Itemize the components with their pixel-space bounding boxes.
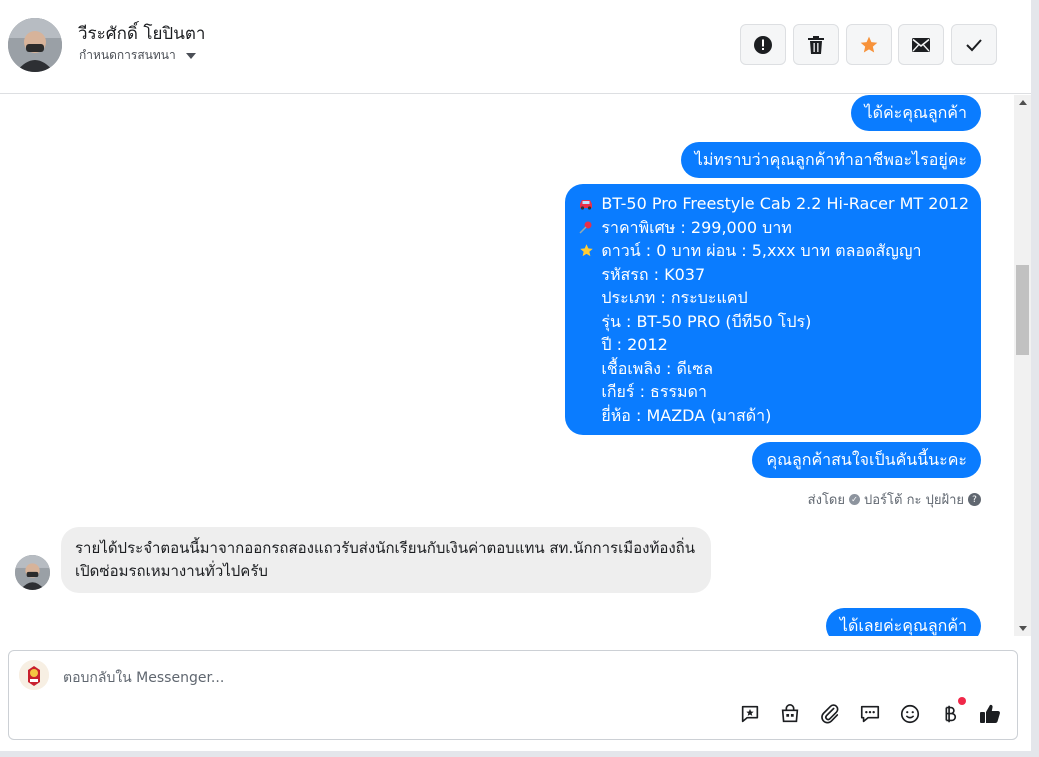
listing-detail-line: เชื้อเพลิง : ดีเซล [601, 358, 714, 378]
assign-conversation-dropdown[interactable]: กำหนดการสนทนา [79, 46, 196, 65]
emoji-icon[interactable] [897, 701, 923, 727]
scrollbar-thumb[interactable] [1016, 265, 1029, 355]
listing-detail-line: ปี : 2012 [601, 335, 668, 354]
car-listing-message: BT-50 Pro Freestyle Cab 2.2 Hi-Racer MT … [565, 184, 981, 435]
listing-detail-line: รหัสรถ : K037 [601, 264, 706, 284]
customer-avatar[interactable] [8, 18, 62, 72]
message-thread[interactable]: ได้ค่ะคุณลูกค้า ไม่ทราบว่าคุณลูกค้าทำอาช… [0, 95, 1013, 636]
listing-detail-line: เกียร์ : ธรรมดา [601, 382, 707, 401]
listing-title-line: BT-50 Pro Freestyle Cab 2.2 Hi-Racer MT … [577, 192, 969, 216]
listing-detail-line: ประเภท : กระบะแคป [601, 288, 748, 307]
page-avatar [19, 660, 49, 690]
listing-detail-line: รุ่น : BT-50 PRO (บีที50 โปร) [601, 311, 812, 331]
caret-down-icon [185, 52, 196, 59]
reply-composer[interactable]: ตอบกลับใน Messenger... [8, 650, 1018, 740]
saved-reply-icon[interactable] [737, 701, 763, 727]
customer-name: วีระศักดิ์ โยปินตา [78, 24, 206, 44]
car-emoji-icon [577, 198, 595, 210]
scroll-down-arrow-icon[interactable] [1019, 626, 1027, 631]
page-edge [1031, 0, 1039, 757]
outgoing-message: ได้เลยค่ะคุณลูกค้า [825, 608, 981, 636]
envelope-icon [912, 37, 930, 52]
shop-icon[interactable] [777, 701, 803, 727]
like-icon[interactable] [977, 701, 1003, 727]
star-button[interactable] [846, 24, 892, 65]
star-emoji-icon [577, 243, 595, 258]
mark-done-button[interactable] [951, 24, 997, 65]
reply-input[interactable]: ตอบกลับใน Messenger... [63, 667, 224, 689]
sent-by-label: ส่งโดย ✓ ปอร์โต้ กะ ปุยฝ้าย ? [808, 489, 981, 510]
inbox-conversation-panel: วีระศักดิ์ โยปินตา กำหนดการสนทนา ได้ค่ะค… [0, 0, 1031, 751]
page-verified-icon: ✓ [849, 494, 860, 505]
listing-detail-line: ยี่ห้อ : MAZDA (มาสด้า) [601, 405, 772, 425]
customer-avatar-small[interactable] [15, 555, 50, 590]
star-icon [860, 36, 878, 52]
outgoing-message: ได้ค่ะคุณลูกค้า [850, 95, 981, 131]
help-icon[interactable]: ? [968, 493, 981, 506]
scroll-up-arrow-icon[interactable] [1019, 100, 1027, 105]
page-edge [0, 751, 1039, 757]
chat-scrollbar[interactable] [1014, 95, 1031, 636]
alert-icon [754, 35, 772, 54]
trash-icon [808, 35, 824, 54]
listing-down-line: ดาวน์ : 0 บาท ผ่อน : 5,xxx บาท ตลอดสัญญา [577, 239, 969, 263]
mark-spam-button[interactable] [740, 24, 786, 65]
attach-icon[interactable] [817, 701, 843, 727]
incoming-message: รายได้ประจำตอนนี้มาจากออกรถสองแถวรับส่งน… [61, 527, 711, 593]
quick-reply-icon[interactable] [857, 701, 883, 727]
mark-unread-button[interactable] [898, 24, 944, 65]
conversation-header: วีระศักดิ์ โยปินตา กำหนดการสนทนา [0, 0, 1031, 94]
assign-label: กำหนดการสนทนา [79, 48, 176, 62]
delete-button[interactable] [793, 24, 839, 65]
listing-price-line: ราคาพิเศษ : 299,000 บาท [577, 216, 969, 240]
pushpin-emoji-icon [577, 220, 595, 234]
baht-payment-icon[interactable] [937, 697, 966, 727]
notification-dot [958, 697, 966, 705]
checkmark-icon [966, 38, 982, 51]
composer-toolbar [737, 697, 1003, 727]
outgoing-message: คุณลูกค้าสนใจเป็นคันนี้นะคะ [752, 442, 981, 478]
outgoing-message: ไม่ทราบว่าคุณลูกค้าทำอาชีพอะไรอยู่คะ [680, 142, 981, 178]
